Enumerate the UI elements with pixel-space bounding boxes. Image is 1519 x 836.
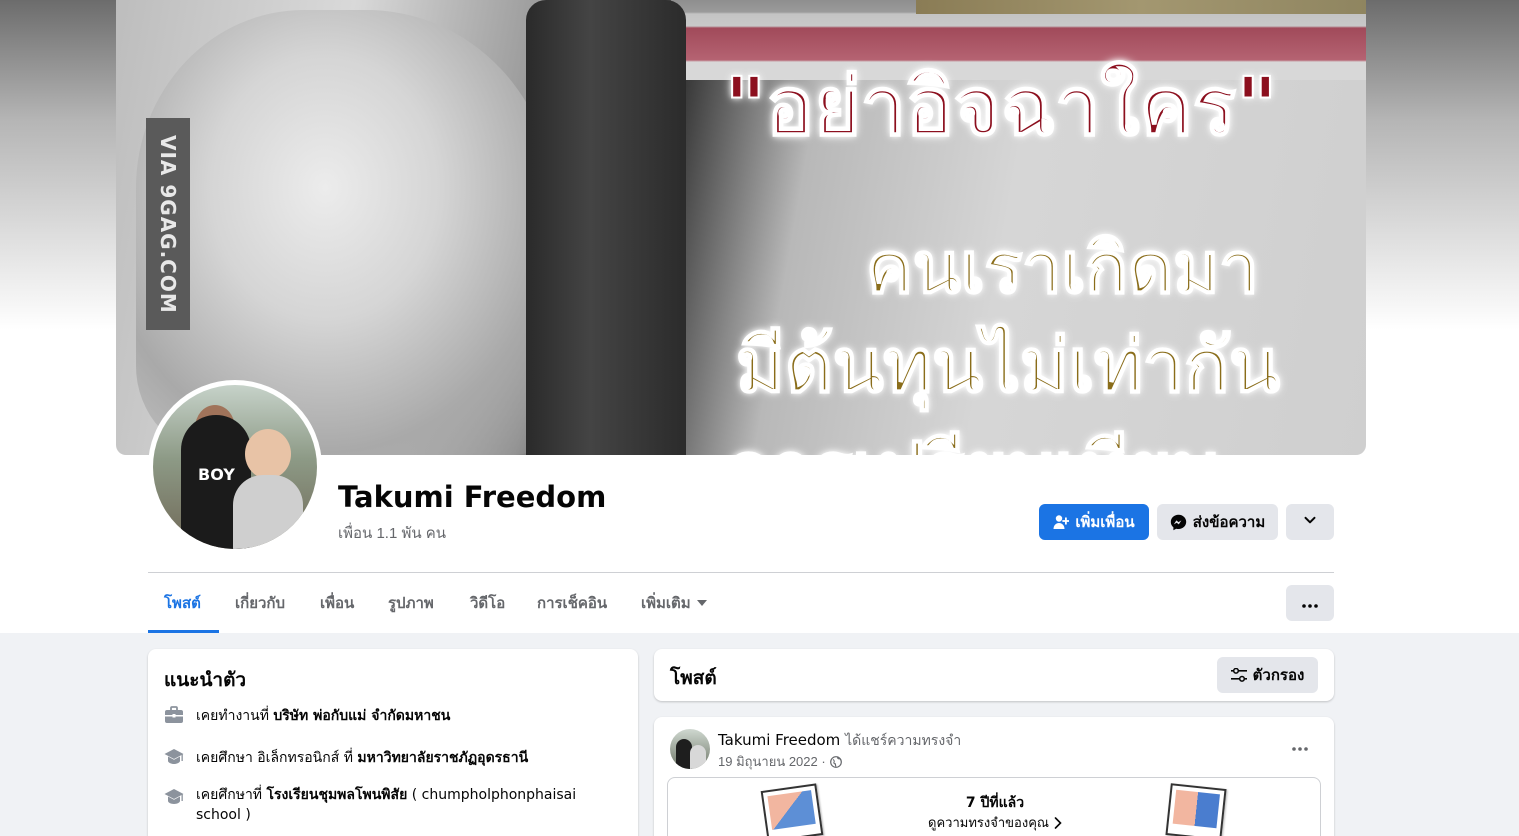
filter-button[interactable]: ตัวกรอง xyxy=(1217,657,1318,693)
post-options-button[interactable] xyxy=(1284,735,1316,759)
tab-videos-label: วิดีโอ xyxy=(470,594,506,612)
add-friend-icon xyxy=(1053,514,1070,530)
post-author-avatar[interactable] xyxy=(670,729,710,769)
cover-line-2: มีต้นทุนไม่เท่ากัน xyxy=(735,322,1281,410)
filter-icon xyxy=(1230,668,1247,682)
tab-checkins[interactable]: การเช็คอิน xyxy=(537,573,607,633)
filter-label: ตัวกรอง xyxy=(1252,667,1305,684)
intro-item-school-text: เคยศึกษาที่ โรงเรียนชุมพลโพนพิสัย ( chum… xyxy=(196,787,577,823)
post-header-line: Takumi Freedom ได้แชร์ความทรงจำ xyxy=(718,730,961,752)
briefcase-icon xyxy=(164,705,184,725)
cover-photo[interactable]: VIA 9GAG.COM "อย่าอิจฉาใคร" คนเราเกิดมา … xyxy=(116,0,1366,455)
caret-down-icon xyxy=(696,600,707,606)
chevron-right-icon xyxy=(1054,816,1062,829)
tab-photos[interactable]: รูปภาพ xyxy=(388,573,434,633)
more-horizontal-icon xyxy=(1292,738,1308,756)
friend-count[interactable]: เพื่อน 1.1 พัน คน xyxy=(338,521,446,545)
tab-about-label: เกี่ยวกับ xyxy=(235,594,286,612)
post-meta: 19 มิถุนายน 2022 · xyxy=(718,751,842,772)
profile-name: Takumi Freedom xyxy=(338,480,607,514)
cover-watermark: VIA 9GAG.COM xyxy=(146,118,190,330)
tab-photos-label: รูปภาพ xyxy=(388,594,434,612)
cover-line-3: การเปรียบเทียบ xyxy=(725,410,1220,455)
intro-card: แนะนำตัว เคยทำงานที่ บริษัท พ่อกับแม่ จำ… xyxy=(148,649,638,836)
avatar-child xyxy=(233,475,303,549)
globe-icon xyxy=(829,755,842,768)
add-friend-button[interactable]: เพิ่มเพื่อน xyxy=(1039,504,1149,540)
post-avatar-child xyxy=(690,745,706,769)
cover-person-shape xyxy=(526,0,686,455)
intro-item-university-text: เคยศึกษา อิเล็กทรอนิกส์ ที่ มหาวิทยาลัยร… xyxy=(196,750,529,766)
memory-banner[interactable]: 7 ปีที่แล้ว ดูความทรงจำของคุณ xyxy=(667,777,1321,836)
profile-avatar[interactable]: BOY xyxy=(153,385,317,549)
more-horizontal-icon xyxy=(1302,595,1318,612)
tab-friends-label: เพื่อน xyxy=(320,594,355,612)
tab-friends[interactable]: เพื่อน xyxy=(320,573,354,633)
posts-header-card: โพสต์ ตัวกรอง xyxy=(654,649,1334,701)
memory-link-label: ดูความทรงจำของคุณ xyxy=(928,816,1049,831)
tab-posts[interactable]: โพสต์ xyxy=(164,573,201,633)
tab-more-label: เพิ่มเติม xyxy=(641,594,691,612)
messenger-icon xyxy=(1170,514,1187,531)
more-profile-options-button[interactable] xyxy=(1286,504,1334,540)
intro-title: แนะนำตัว xyxy=(164,669,247,691)
intro-item-school: เคยศึกษาที่ โรงเรียนชุมพลโพนพิสัย ( chum… xyxy=(164,785,614,825)
tab-checkins-label: การเช็คอิน xyxy=(537,594,608,612)
cover-quote: "อย่าอิจฉาใคร" xyxy=(723,59,1278,153)
post-date[interactable]: 19 มิถุนายน 2022 · xyxy=(718,751,826,772)
tabs-more-button[interactable] xyxy=(1286,585,1334,621)
avatar-shirt-text: BOY xyxy=(198,465,235,484)
intro-item-university: เคยศึกษา อิเล็กทรอนิกส์ ที่ มหาวิทยาลัยร… xyxy=(164,747,614,769)
post-card: Takumi Freedom ได้แชร์ความทรงจำ 19 มิถุน… xyxy=(654,717,1334,836)
intro-item-work: เคยทำงานที่ บริษัท พ่อกับแม่ จำกัดมหาชน xyxy=(164,705,614,727)
tab-videos[interactable]: วิดีโอ xyxy=(470,573,505,633)
tab-more[interactable]: เพิ่มเติม xyxy=(641,573,707,633)
memory-right-illustration xyxy=(1165,783,1227,836)
tab-posts-label: โพสต์ xyxy=(164,594,201,612)
posts-title: โพสต์ xyxy=(670,667,717,689)
post-action-text: ได้แชร์ความทรงจำ xyxy=(845,733,962,749)
avatar-child-face xyxy=(245,429,291,479)
tab-about[interactable]: เกี่ยวกับ xyxy=(235,573,285,633)
message-label: ส่งข้อความ xyxy=(1192,514,1266,531)
graduation-cap-icon xyxy=(164,787,184,807)
intro-item-work-text: เคยทำงานที่ บริษัท พ่อกับแม่ จำกัดมหาชน xyxy=(196,708,451,724)
active-tab-indicator xyxy=(148,630,219,633)
chevron-down-icon xyxy=(1303,513,1317,531)
post-author-name[interactable]: Takumi Freedom xyxy=(718,731,840,749)
graduation-cap-icon xyxy=(164,747,184,767)
message-button[interactable]: ส่งข้อความ xyxy=(1157,504,1278,540)
add-friend-label: เพิ่มเพื่อน xyxy=(1075,514,1135,531)
cover-grass xyxy=(916,0,1366,14)
